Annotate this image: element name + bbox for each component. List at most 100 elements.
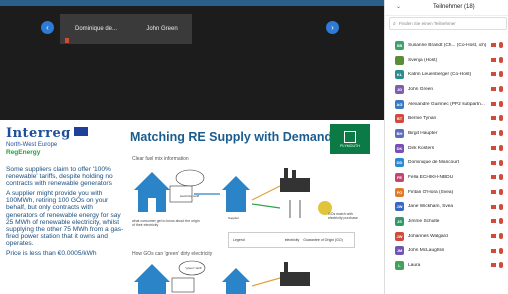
participant-row[interactable]: JS Jimme Schulte: [385, 214, 508, 229]
participants-panel: ⌄ Teilnehmer (18) ⌕ Finden Sie einen Tei…: [384, 0, 508, 294]
participant-row[interactable]: L Laura: [385, 258, 508, 273]
window-accent-bar: [0, 0, 384, 6]
panel-header: ⌄ Teilnehmer (18): [385, 0, 508, 16]
participant-row[interactable]: BT Bernie Tynan: [385, 111, 508, 126]
participant-row[interactable]: SB Susanne Brandt (Ch... (Co-Host, ich): [385, 38, 508, 53]
video-strip: ‹ Dominique de... John Green ›: [0, 0, 384, 120]
participant-search-input[interactable]: ⌕ Finden Sie einen Teilnehmer: [389, 17, 507, 30]
brand-program: RegEnergy: [6, 149, 41, 156]
participant-row[interactable]: JG John Green: [385, 82, 508, 97]
tile-name: John Green: [146, 26, 178, 32]
video-off-icon: [491, 131, 496, 136]
label-electricity-tariff: electricity tariff: [180, 194, 199, 198]
participant-name: Svenja (Host): [408, 57, 438, 63]
mic-muted-icon: [499, 247, 503, 254]
video-off-icon: [491, 263, 496, 268]
participant-row[interactable]: AG Alexandre Guirinec (PP2 subpartn...: [385, 97, 508, 112]
mic-muted-icon: [499, 174, 503, 181]
participant-name: Fintan O'Hora (Svea): [408, 189, 454, 195]
label-what-consumer: what consumer get to know about the orig…: [132, 219, 200, 227]
panel-title: Teilnehmer (18): [433, 4, 475, 10]
participant-row[interactable]: DD Dominique de Mancourt: [385, 156, 508, 171]
avatar: JM: [395, 246, 404, 256]
mic-muted-icon: [499, 56, 503, 63]
mic-muted-icon: [499, 262, 503, 269]
participant-name: Jimme Schulte: [408, 219, 440, 225]
shared-slide: Interreg North-West Europe RegEnergy Mat…: [0, 120, 384, 294]
participant-name: Laura: [408, 263, 421, 269]
participant-name: John Green: [408, 86, 434, 92]
avatar: DD: [395, 158, 404, 168]
avatar: SB: [395, 40, 404, 50]
mic-muted-icon: [499, 42, 503, 48]
participant-row[interactable]: FE Fella ECHIKH-NBDU: [385, 170, 508, 185]
video-off-icon: [491, 145, 496, 150]
green-go-diagram: "green" tariff: [134, 260, 310, 294]
avatar: JW: [395, 231, 404, 241]
video-off-icon: [491, 160, 496, 165]
video-tile-john[interactable]: John Green: [132, 14, 192, 44]
chevron-down-icon[interactable]: ⌄: [396, 3, 401, 10]
participant-row[interactable]: Svenja (Host): [385, 53, 508, 68]
participant-row[interactable]: BH Birgit Haupter: [385, 126, 508, 141]
mic-muted-icon: [499, 218, 503, 225]
mic-muted-icon: [499, 144, 503, 151]
fuel-mix-diagram: electricity tariff Supplier: [134, 168, 332, 220]
avatar: DK: [395, 143, 404, 153]
avatar: JS: [395, 217, 404, 227]
avatar: FO: [395, 187, 404, 197]
legend-go: Guarantee of Origin (GO): [303, 238, 343, 242]
search-icon: ⌕: [393, 20, 396, 27]
video-off-icon: [491, 233, 496, 238]
legend-electricity: electricity: [284, 238, 300, 242]
video-off-icon: [491, 101, 496, 106]
section-label-fuel-mix: Clear fuel mix information: [132, 156, 189, 162]
brand-name: Interreg: [6, 126, 71, 141]
slide-body-text: Some suppliers claim to offer '100% rene…: [6, 166, 124, 260]
slide-title: Matching RE Supply with Demand: [130, 130, 333, 144]
avatar: L: [395, 261, 404, 271]
participant-row[interactable]: JM John McLaughlin: [385, 244, 508, 259]
search-placeholder: Finden Sie einen Teilnehmer: [398, 21, 456, 26]
video-off-icon: [491, 175, 496, 180]
mic-muted-icon: [499, 115, 503, 122]
mic-muted-icon: [499, 159, 503, 166]
avatar: [395, 55, 404, 65]
legend-title: Legend: [233, 238, 245, 242]
label-go-match: GOs match with electricity purchase: [328, 212, 358, 220]
participant-row[interactable]: DK Dirk Kosters: [385, 141, 508, 156]
eu-flag-icon: [73, 127, 88, 136]
plymouth-logo: PLYMOUTH: [330, 124, 370, 154]
video-off-icon: [491, 219, 496, 224]
crest-icon: [344, 130, 356, 143]
paragraph: Price is less than €0.0005/kWh: [6, 250, 97, 258]
chevron-left-icon[interactable]: ‹: [41, 21, 54, 34]
mic-muted-icon: [499, 100, 503, 107]
participant-name: Birgit Haupter: [408, 130, 438, 136]
video-off-icon: [491, 204, 496, 209]
video-off-icon: [491, 189, 496, 194]
participant-row[interactable]: JW Johannes Walgard: [385, 229, 508, 244]
participant-name: Bernie Tynan: [408, 116, 437, 122]
participant-name: Jane Wickham, Svea: [408, 204, 454, 210]
participant-name: Dirk Kosters: [408, 145, 435, 151]
partner-logo-text: PLYMOUTH: [340, 143, 360, 148]
participant-name: John McLaughlin: [408, 248, 445, 254]
chevron-right-icon[interactable]: ›: [326, 21, 339, 34]
participant-row[interactable]: JW Jane Wickham, Svea: [385, 200, 508, 215]
mic-muted-icon: [499, 86, 503, 93]
avatar: BT: [395, 114, 404, 124]
mic-muted-icon: [499, 203, 503, 210]
video-tile-dominique[interactable]: Dominique de...: [60, 14, 132, 44]
participant-list: SB Susanne Brandt (Ch... (Co-Host, ich) Sv…: [385, 38, 508, 273]
section-label-green-go: How GOs can 'green' dirty electricity: [132, 251, 213, 257]
mic-muted-icon: [499, 71, 503, 78]
video-off-icon: [491, 43, 496, 47]
participant-name: Fella ECHIKH-NBDU: [408, 175, 454, 181]
paragraph: A supplier might provide you with 100MWh…: [6, 190, 124, 247]
participant-row[interactable]: FO Fintan O'Hora (Svea): [385, 185, 508, 200]
label-supplier: Supplier: [228, 216, 239, 220]
video-off-icon: [491, 57, 496, 62]
participant-row[interactable]: KL Katrin Leuenberger (Co-Host): [385, 67, 508, 82]
video-off-icon: [491, 116, 496, 121]
